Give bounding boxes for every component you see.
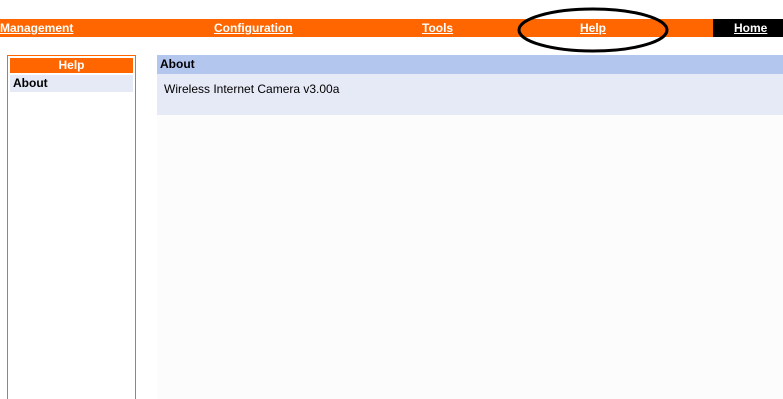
about-version-text: Wireless Internet Camera v3.00a	[164, 82, 340, 96]
nav-home-container: Home	[713, 19, 783, 37]
main-panel: About Wireless Internet Camera v3.00a	[157, 55, 783, 399]
section-body: Wireless Internet Camera v3.00a	[157, 74, 783, 115]
sidebar-header: Help	[10, 58, 133, 73]
top-nav-bar: Management Configuration Tools Help Home	[0, 19, 783, 37]
section-title: About	[157, 55, 783, 74]
nav-configuration-link[interactable]: Configuration	[214, 19, 293, 37]
nav-home-link[interactable]: Home	[734, 19, 767, 37]
app-screen: Management Configuration Tools Help Home…	[0, 0, 783, 399]
sidebar-item-about[interactable]: About	[10, 75, 133, 92]
nav-help-link[interactable]: Help	[580, 19, 606, 37]
sidebar: Help About	[7, 55, 136, 399]
nav-management-link[interactable]: Management	[0, 19, 73, 37]
nav-tools-link[interactable]: Tools	[422, 19, 453, 37]
